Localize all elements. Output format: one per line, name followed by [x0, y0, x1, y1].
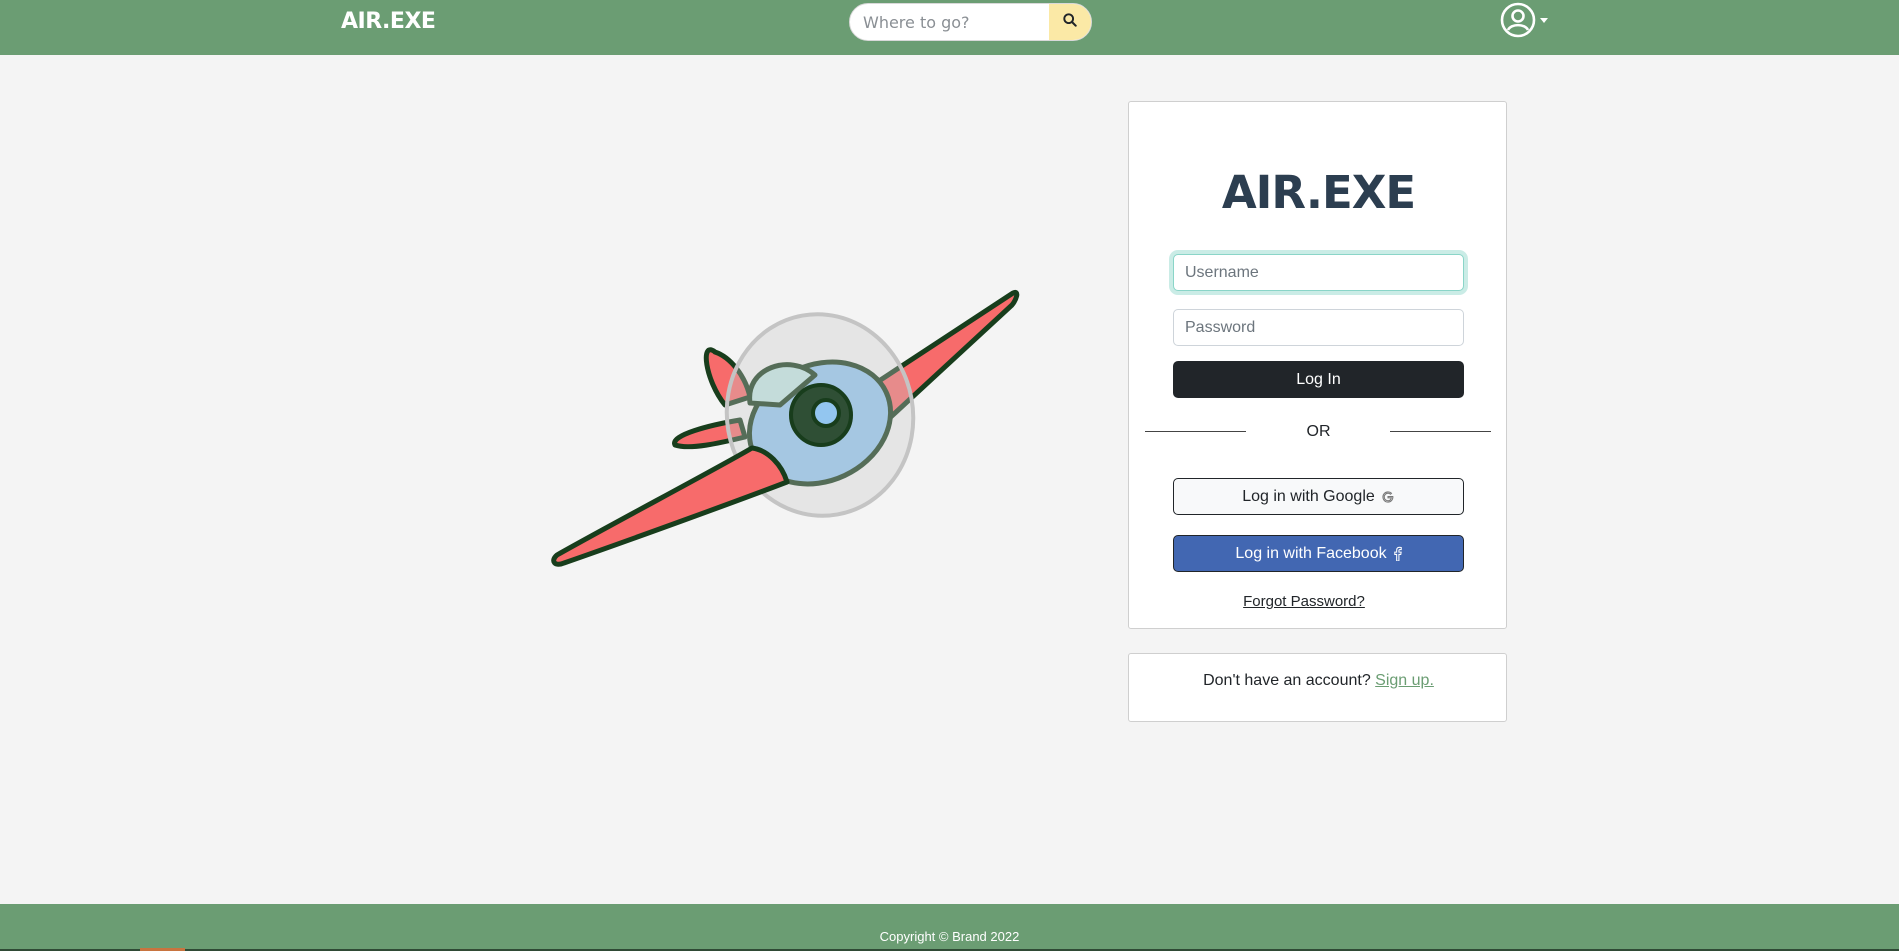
- chevron-down-icon: [1540, 17, 1548, 23]
- facebook-icon: [1393, 546, 1402, 561]
- login-title: AIR.EXE: [1221, 166, 1416, 219]
- divider-right: [1390, 431, 1491, 432]
- airplane-illustration: [550, 285, 1030, 580]
- navbar: AIR.EXE: [0, 0, 1899, 55]
- brand-logo[interactable]: AIR.EXE: [341, 9, 436, 34]
- search-icon: [1063, 12, 1077, 32]
- login-button[interactable]: Log In: [1173, 361, 1464, 398]
- search-box: [849, 3, 1092, 41]
- forgot-password-link[interactable]: Forgot Password?: [1129, 593, 1479, 610]
- google-icon: [1381, 490, 1395, 504]
- user-circle-icon: [1500, 2, 1536, 43]
- signup-prompt: Don't have an account?: [1203, 672, 1371, 689]
- copyright-text: Copyright © Brand 2022: [879, 929, 1020, 944]
- google-login-button[interactable]: Log in with Google: [1173, 478, 1464, 515]
- signup-link[interactable]: Sign up.: [1375, 672, 1434, 689]
- facebook-login-button[interactable]: Log in with Facebook: [1173, 535, 1464, 572]
- search-button[interactable]: [1049, 4, 1091, 40]
- footer: Copyright © Brand 2022: [0, 904, 1899, 951]
- google-login-label: Log in with Google: [1242, 487, 1375, 505]
- signup-row: Don't have an account? Sign up.: [1129, 672, 1508, 690]
- or-divider-text: OR: [1306, 423, 1331, 440]
- facebook-login-label: Log in with Facebook: [1235, 544, 1387, 562]
- login-button-label: Log In: [1296, 370, 1341, 388]
- search-input[interactable]: [850, 4, 1051, 40]
- username-field[interactable]: [1173, 254, 1464, 291]
- password-field[interactable]: [1173, 309, 1464, 346]
- signup-card: Don't have an account? Sign up.: [1128, 653, 1507, 722]
- user-menu-button[interactable]: [1500, 2, 1552, 43]
- login-card: AIR.EXE Log In OR Log in with Google Log…: [1128, 101, 1507, 629]
